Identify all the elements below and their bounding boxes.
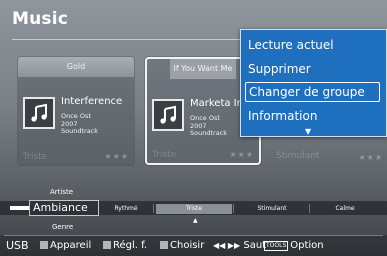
sort-indicator xyxy=(10,206,30,210)
rating-stars: ★★★ xyxy=(229,150,254,159)
segment-divider xyxy=(153,204,154,213)
hint-saut[interactable]: ◀◀ ▶▶ Saut xyxy=(213,240,266,251)
scroll-down-icon[interactable]: ▼ xyxy=(305,127,311,136)
sort-option-below[interactable]: Genre xyxy=(52,223,73,231)
music-note-icon xyxy=(23,97,55,129)
song-meta: Once Ost 2007 Soundtrack xyxy=(190,114,228,137)
source-label: USB xyxy=(6,239,29,252)
card-group-title: Gold xyxy=(18,57,134,77)
mood-ghost-label: Stimulant xyxy=(276,151,320,161)
song-title: Marketa Irg xyxy=(190,98,247,109)
color-key-icon xyxy=(103,241,111,249)
menu-item-supprimer[interactable]: Supprimer xyxy=(245,59,383,79)
hint-option[interactable]: TOOLS Option xyxy=(264,240,324,251)
hint-appareil[interactable]: Appareil xyxy=(40,240,91,251)
footer-divider xyxy=(4,235,383,236)
music-card-1[interactable]: Gold Interference Once Ost 2007 Soundtra… xyxy=(18,57,134,165)
hint-regl-f[interactable]: Régl. f. xyxy=(103,240,147,251)
color-key-icon xyxy=(160,241,168,249)
song-title: Interference xyxy=(61,96,123,107)
music-note-icon xyxy=(152,99,184,131)
menu-item-lecture-actuel[interactable]: Lecture actuel xyxy=(245,35,383,55)
color-key-icon xyxy=(40,241,48,249)
song-meta: Once Ost 2007 Soundtrack xyxy=(61,112,99,135)
sort-current[interactable]: Ambiance xyxy=(33,201,88,215)
segment-rythme[interactable]: Rythmé xyxy=(100,204,152,214)
hint-choisir[interactable]: Choisir xyxy=(160,240,204,251)
segment-triste[interactable]: Triste xyxy=(156,204,232,214)
sort-option-above[interactable]: Artiste xyxy=(50,188,73,196)
mood-ghost-label: Triste xyxy=(23,152,48,162)
rating-stars: ★★★ xyxy=(358,153,383,162)
segment-calme[interactable]: Calme xyxy=(312,204,378,214)
rating-stars: ★★★ xyxy=(104,152,129,161)
segment-caret-icon: ▲ xyxy=(193,217,198,224)
context-menu: Lecture actuel Supprimer Changer de grou… xyxy=(240,29,387,137)
mood-ghost-label: Triste xyxy=(152,150,177,160)
menu-item-information[interactable]: Information xyxy=(245,106,383,126)
segment-divider xyxy=(309,204,310,213)
segment-divider xyxy=(233,204,234,213)
tools-key-icon: TOOLS xyxy=(264,241,289,251)
menu-item-changer-de-groupe[interactable]: Changer de groupe xyxy=(245,82,380,102)
page-title: Music xyxy=(12,9,69,29)
skip-icon: ◀◀ ▶▶ xyxy=(213,241,241,250)
segment-stimulant[interactable]: Stimulant xyxy=(236,204,308,214)
